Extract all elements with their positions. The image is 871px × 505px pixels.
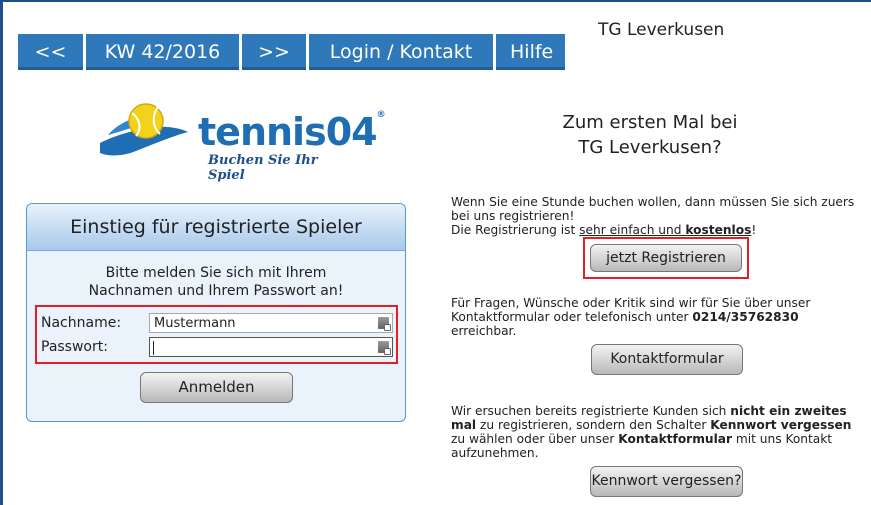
- welcome-line2: TG Leverkusen?: [578, 137, 722, 158]
- top-border: [0, 0, 871, 2]
- contact-phone: 0214/35762830: [692, 310, 799, 324]
- top-nav: << KW 42/2016 >> Login / Kontakt Hilfe: [18, 34, 565, 70]
- logo-word-number: 04: [325, 110, 378, 154]
- forgot-password-button[interactable]: Kennwort vergessen?: [590, 466, 743, 497]
- register-text-part1: Die Registrierung ist: [451, 223, 580, 237]
- register-text-line3: Die Registrierung ist sehr einfach und k…: [451, 223, 871, 237]
- prev-week-button[interactable]: <<: [18, 34, 83, 70]
- contact-text: Für Fragen, Wünsche oder Kritik sind wir…: [451, 296, 871, 338]
- password-row: Passwort:: [41, 337, 393, 359]
- login-panel: Einstieg für registrierte Spieler Bitte …: [26, 203, 406, 422]
- forgot-text-line3: zu wählen oder über unser Kontaktformula…: [451, 432, 871, 446]
- key-icon[interactable]: [378, 317, 391, 331]
- forgot-text-bold1: nicht ein zweites: [730, 404, 847, 418]
- login-contact-tab[interactable]: Login / Kontakt: [309, 34, 493, 70]
- key-icon[interactable]: [378, 341, 391, 355]
- text-cursor: [153, 341, 154, 355]
- logo-word-tennis: tennis: [198, 110, 327, 154]
- forgot-text-line2: mal zu registrieren, sondern den Schalte…: [451, 418, 871, 432]
- login-panel-title: Einstieg für registrierte Spieler: [27, 204, 405, 251]
- contact-text-line2: Kontaktformular oder telefonisch unter 0…: [451, 310, 871, 324]
- forgot-text: Wir ersuchen bereits registrierte Kunden…: [451, 404, 871, 460]
- register-text-free: kostenlos: [685, 223, 752, 237]
- lastname-row: Nachname: Mustermann: [41, 313, 393, 335]
- password-input[interactable]: [149, 337, 393, 357]
- forgot-text-bold4: Kontaktformular: [618, 432, 732, 446]
- contact-text-line3: erreichbar.: [451, 324, 517, 338]
- forgot-text-part3: zu wählen oder über unser: [451, 432, 619, 446]
- forgot-text-part4: mit uns Kontakt: [731, 432, 833, 446]
- tennis-ball-logo-icon: [100, 103, 188, 156]
- help-tab[interactable]: Hilfe: [496, 34, 565, 70]
- forgot-text-bold2: mal: [451, 418, 477, 432]
- forgot-text-line4: aufzunehmen.: [451, 446, 539, 460]
- login-fields-highlight: Nachname: Mustermann Passwort:: [35, 305, 398, 364]
- left-border: [0, 0, 3, 505]
- register-text-line2: bei uns registrieren!: [451, 209, 575, 223]
- logo-slogan: Buchen Sie Ihr Spiel: [208, 153, 318, 183]
- forgot-text-part2: zu registrieren, sondern den Schalter: [476, 418, 711, 432]
- contact-form-button[interactable]: Kontaktformular: [591, 344, 743, 375]
- logo-registered-mark: ®: [376, 110, 386, 120]
- register-text-end: !: [751, 223, 757, 237]
- lastname-label: Nachname:: [41, 315, 122, 331]
- register-button-highlight: jetzt Registrieren: [583, 237, 749, 279]
- contact-text-part: Kontaktformular oder telefonisch unter: [451, 310, 693, 324]
- contact-text-line1: Für Fragen, Wünsche oder Kritik sind wir…: [451, 296, 811, 310]
- club-name: TG Leverkusen: [598, 20, 725, 40]
- forgot-text-part1: Wir ersuchen bereits registrierte Kunden…: [451, 404, 731, 418]
- week-selector[interactable]: KW 42/2016: [86, 34, 239, 70]
- register-text-line1: Wenn Sie eine Stunde buchen wollen, dann…: [451, 195, 855, 209]
- register-text-part2: sehr einfach und: [579, 223, 686, 237]
- register-text: Wenn Sie eine Stunde buchen wollen, dann…: [451, 195, 871, 237]
- next-week-button[interactable]: >>: [242, 34, 306, 70]
- login-instructions: Bitte melden Sie sich mit Ihrem Nachname…: [27, 264, 405, 300]
- lastname-input[interactable]: Mustermann: [149, 313, 393, 333]
- tennis04-logo: tennis04® Buchen Sie Ihr Spiel: [96, 95, 386, 183]
- login-instructions-line2: Nachnamen und Ihrem Passwort an!: [88, 283, 344, 299]
- forgot-text-line1: Wir ersuchen bereits registrierte Kunden…: [451, 404, 871, 418]
- welcome-line1: Zum ersten Mal bei: [562, 112, 738, 133]
- login-instructions-line1: Bitte melden Sie sich mit Ihrem: [105, 265, 327, 281]
- logo-wordmark: tennis04®: [198, 110, 386, 154]
- forgot-text-bold3: Kennwort vergessen: [710, 418, 852, 432]
- register-button[interactable]: jetzt Registrieren: [590, 244, 742, 272]
- login-button[interactable]: Anmelden: [140, 372, 293, 403]
- welcome-heading: Zum ersten Mal bei TG Leverkusen?: [520, 110, 780, 160]
- password-label: Passwort:: [41, 339, 108, 355]
